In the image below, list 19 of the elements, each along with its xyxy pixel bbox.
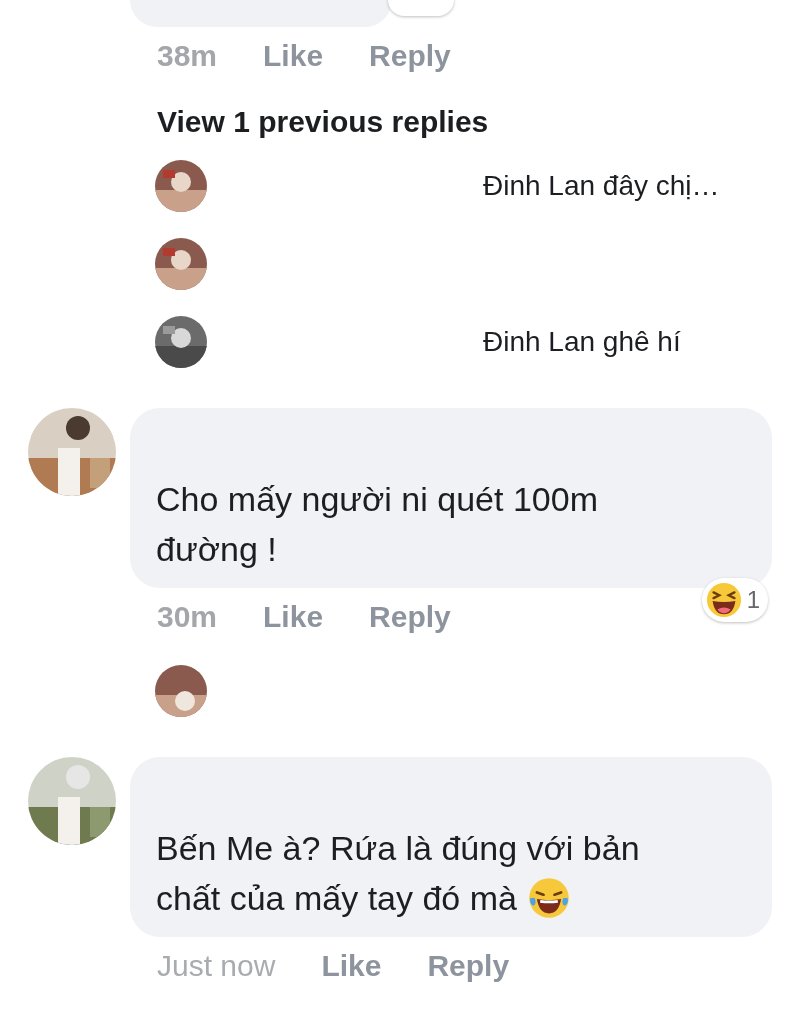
action-link[interactable]: Like: [263, 600, 324, 634]
comment-time: 30m: [157, 600, 218, 634]
action-link[interactable]: Reply: [369, 39, 451, 73]
comment-text: đường !: [156, 529, 277, 570]
action-link[interactable]: Reply: [369, 600, 451, 634]
reaction-badge[interactable]: 1: [701, 578, 768, 622]
comment-text: chất của mấy tay đó mà: [156, 878, 517, 919]
laughing-emoji-icon: [526, 876, 571, 920]
action-link[interactable]: Reply: [427, 949, 510, 983]
laughing-emoji-icon: [704, 581, 743, 619]
view-replies-link[interactable]: View 1 previous replies: [157, 97, 800, 147]
comment-text: Bến Me à? Rứa là đúng với bản: [156, 828, 640, 869]
comment-time: Just now: [157, 949, 276, 983]
action-link[interactable]: Like: [321, 949, 382, 983]
comment-time: 38m: [157, 39, 218, 73]
reply-preview[interactable]: Đinh Lan đây chị…: [483, 170, 720, 202]
reply-preview[interactable]: Đinh Lan ghê hí: [483, 326, 681, 358]
comment-text: Cho mấy người ni quét 100m: [156, 479, 598, 520]
action-link[interactable]: Like: [263, 39, 324, 73]
